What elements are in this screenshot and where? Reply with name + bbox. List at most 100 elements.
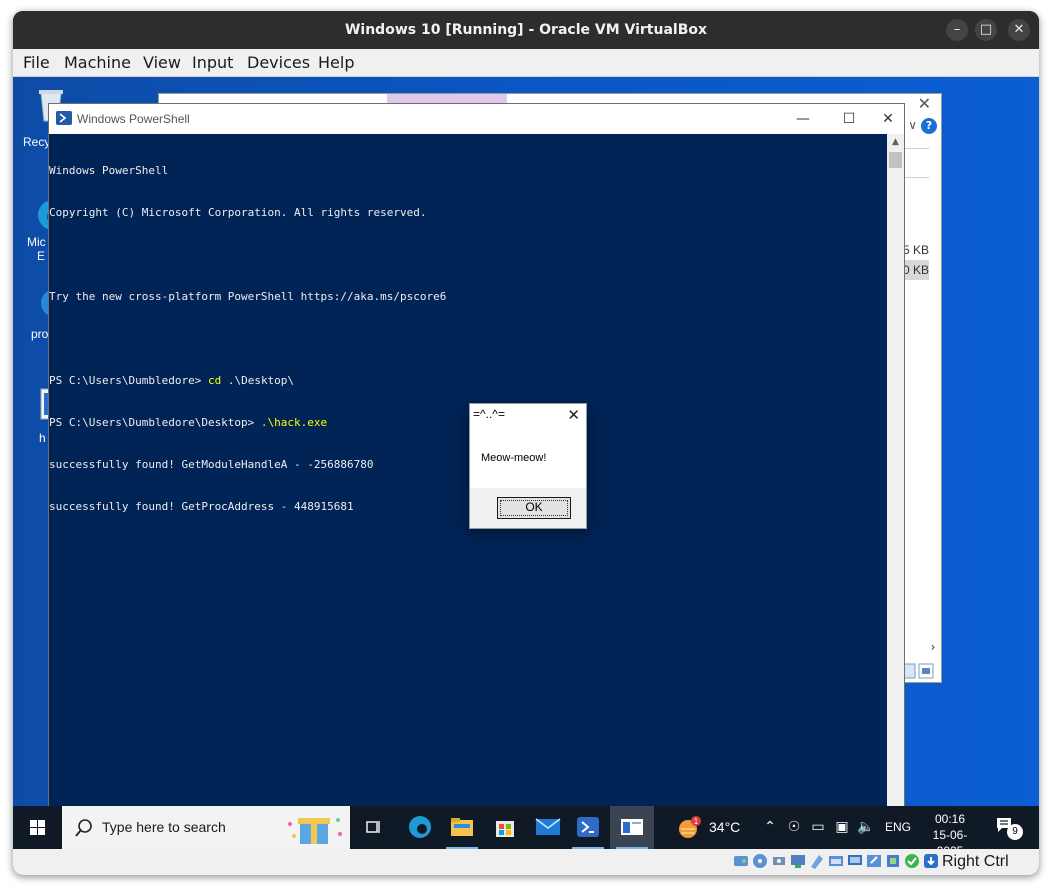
close-icon[interactable]: ✕ bbox=[1008, 19, 1030, 41]
host-titlebar[interactable]: Windows 10 [Running] - Oracle VM Virtual… bbox=[13, 11, 1039, 49]
menu-help[interactable]: Help bbox=[318, 49, 354, 77]
ok-button[interactable]: OK bbox=[497, 497, 571, 519]
battery-icon[interactable]: ▭ bbox=[809, 818, 827, 836]
console-command-line: PS C:\Users\Dumbledore> cd .\Desktop\ bbox=[49, 374, 887, 388]
dialog-message: Meow-meow! bbox=[481, 452, 547, 464]
vt-x-icon[interactable] bbox=[904, 853, 920, 869]
gift-icon bbox=[288, 818, 342, 844]
virtualbox-window: Windows 10 [Running] - Oracle VM Virtual… bbox=[13, 11, 1039, 875]
console-line: Windows PowerShell bbox=[49, 164, 169, 177]
weather-temperature[interactable]: 34°C bbox=[709, 806, 740, 849]
clock-time: 00:16 bbox=[934, 812, 966, 826]
powershell-console[interactable]: Windows PowerShell Copyright (C) Microso… bbox=[49, 134, 887, 816]
clock-date: 15-06-2025 bbox=[932, 828, 968, 849]
close-icon[interactable]: ✕ bbox=[918, 94, 931, 113]
desktop-icon-label: pro bbox=[31, 327, 49, 341]
taskbar-store[interactable] bbox=[483, 806, 527, 849]
desktop-icon-label: E bbox=[37, 249, 46, 263]
console-command: cd bbox=[207, 374, 222, 387]
desktop-icon-label: Mic bbox=[27, 235, 46, 249]
dialog-title: =^..^= bbox=[473, 407, 505, 421]
host-window-title: Windows 10 [Running] - Oracle VM Virtual… bbox=[344, 22, 708, 38]
chevron-down-icon[interactable]: ∨ bbox=[908, 118, 917, 132]
powershell-icon bbox=[56, 111, 72, 125]
clock[interactable]: 00:16 15-06-2025 bbox=[921, 811, 979, 849]
menu-devices[interactable]: Devices bbox=[247, 49, 310, 77]
view-toggle-icon[interactable] bbox=[901, 662, 937, 680]
menu-input[interactable]: Input bbox=[192, 49, 233, 77]
weather-sun-icon[interactable]: 1 bbox=[677, 815, 703, 841]
scroll-up-icon[interactable]: ▲ bbox=[887, 134, 904, 151]
mail-icon bbox=[535, 818, 561, 835]
scroll-right-icon[interactable]: › bbox=[925, 640, 941, 656]
host-statusbar: Right Ctrl bbox=[13, 849, 1039, 875]
recording-icon[interactable] bbox=[866, 853, 882, 869]
taskbar-file-explorer[interactable] bbox=[440, 806, 484, 849]
edge-icon bbox=[409, 816, 431, 838]
host-key-label: Right Ctrl bbox=[942, 853, 1009, 870]
volume-icon[interactable]: 🔈 bbox=[857, 818, 875, 836]
search-placeholder: Type here to search bbox=[102, 819, 226, 835]
console-line: Try the new cross-platform PowerShell ht… bbox=[49, 290, 447, 303]
help-icon[interactable]: ? bbox=[921, 118, 937, 134]
windows-start-icon[interactable] bbox=[13, 806, 61, 849]
taskbar: Type here to search 1 34°C ⌃ ☉ ▭ ▣ 🔈 ENG… bbox=[13, 806, 1039, 849]
weather-alert-badge: 1 bbox=[694, 817, 699, 826]
powershell-icon bbox=[577, 817, 599, 837]
display-icon[interactable] bbox=[847, 853, 863, 869]
shared-folder-icon[interactable] bbox=[828, 853, 844, 869]
window-icon bbox=[621, 819, 643, 835]
mouse-integration-icon[interactable] bbox=[923, 853, 939, 869]
taskbar-search-box[interactable]: Type here to search bbox=[62, 806, 350, 849]
usb-icon[interactable] bbox=[809, 853, 825, 869]
desktop-icon-label: Recy bbox=[23, 135, 51, 149]
guest-desktop[interactable]: Recy Mic E pro h ✕ ∨ ? 5 KB 0 KB › Windo… bbox=[13, 77, 1039, 849]
meet-now-icon[interactable]: ☉ bbox=[785, 818, 803, 836]
task-view-icon bbox=[366, 821, 380, 833]
chevron-up-icon[interactable]: ⌃ bbox=[761, 818, 779, 836]
console-line: successfully found! GetProcAddress - 448… bbox=[49, 500, 354, 513]
input-language[interactable]: ENG bbox=[885, 806, 911, 849]
minimize-icon[interactable]: – bbox=[946, 19, 968, 41]
menu-file[interactable]: File bbox=[23, 49, 50, 77]
hard-disk-icon[interactable] bbox=[733, 853, 749, 869]
console-command-line: PS C:\Users\Dumbledore\Desktop> .\hack.e… bbox=[49, 416, 887, 430]
taskbar-mail[interactable] bbox=[526, 806, 570, 849]
menu-machine[interactable]: Machine bbox=[64, 49, 131, 77]
audio-icon[interactable] bbox=[771, 853, 787, 869]
host-menubar: File Machine View Input Devices Help bbox=[13, 49, 1039, 77]
powershell-titlebar[interactable]: Windows PowerShell — ☐ ✕ bbox=[49, 104, 904, 134]
dialog-footer: OK bbox=[470, 488, 586, 528]
powershell-title: Windows PowerShell bbox=[77, 112, 190, 126]
maximize-icon[interactable]: □ bbox=[975, 19, 997, 41]
notification-center-button[interactable]: 9 bbox=[995, 816, 1025, 842]
vertical-scrollbar[interactable]: ▲ bbox=[887, 134, 904, 816]
folder-icon bbox=[451, 818, 473, 836]
file-size: 5 KB bbox=[902, 243, 929, 257]
network-adapter-icon[interactable] bbox=[790, 853, 806, 869]
taskbar-hack-window[interactable] bbox=[610, 806, 654, 849]
console-line: Copyright (C) Microsoft Corporation. All… bbox=[49, 206, 427, 219]
console-line: successfully found! GetModuleHandleA - -… bbox=[49, 458, 374, 471]
taskbar-edge[interactable] bbox=[398, 806, 442, 849]
console-args: .\Desktop\ bbox=[221, 374, 295, 387]
minimize-icon[interactable]: — bbox=[780, 104, 826, 134]
taskbar-powershell[interactable] bbox=[566, 806, 610, 849]
close-icon[interactable]: ✕ bbox=[567, 406, 580, 424]
task-view-button[interactable] bbox=[351, 806, 395, 849]
cpu-icon[interactable] bbox=[885, 853, 901, 869]
scrollbar-thumb[interactable] bbox=[889, 152, 902, 168]
console-prompt: PS C:\Users\Dumbledore\Desktop> bbox=[49, 416, 261, 429]
close-icon[interactable]: ✕ bbox=[872, 104, 904, 134]
notification-count-badge: 9 bbox=[1007, 824, 1023, 840]
file-size-selected[interactable]: 0 KB bbox=[901, 260, 929, 280]
console-command: .\hack.exe bbox=[260, 416, 328, 429]
menu-view[interactable]: View bbox=[143, 49, 181, 77]
search-icon bbox=[75, 819, 92, 837]
maximize-icon[interactable]: ☐ bbox=[826, 104, 872, 134]
message-box-dialog[interactable]: =^..^= ✕ Meow-meow! OK bbox=[469, 403, 587, 529]
store-icon bbox=[496, 821, 514, 837]
network-icon[interactable]: ▣ bbox=[833, 818, 851, 836]
optical-drive-icon[interactable] bbox=[752, 853, 768, 869]
